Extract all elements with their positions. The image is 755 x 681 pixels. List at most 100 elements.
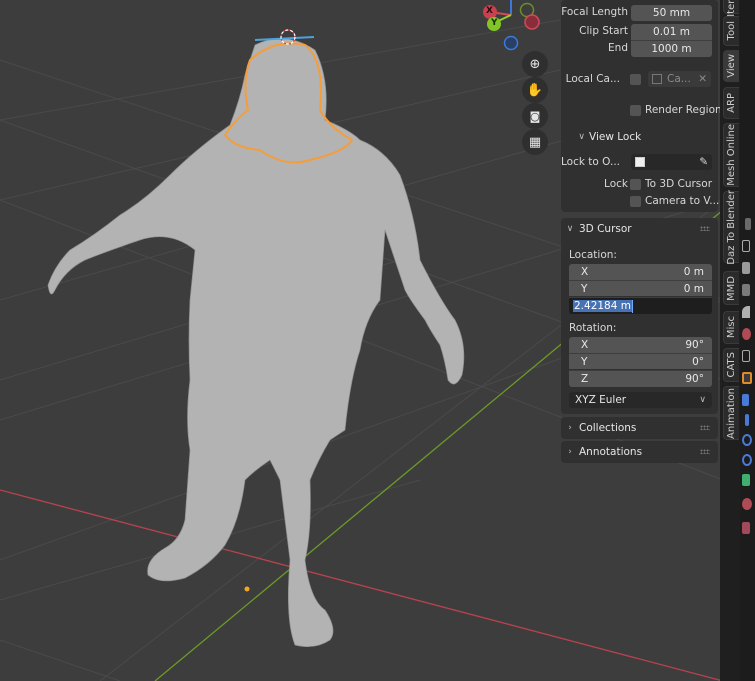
render-region-checkbox[interactable] xyxy=(630,105,641,116)
scene-properties-icon[interactable] xyxy=(742,306,750,318)
tab-label: Daz To Blender xyxy=(726,189,737,265)
properties-editor-edge xyxy=(740,0,755,681)
view-panel: Focal Length 50 mm Clip Start 0.01 m End… xyxy=(560,0,722,212)
rotation-label: Rotation: xyxy=(569,322,617,334)
tab-tool[interactable]: Tool xyxy=(723,16,739,46)
drag-handle-icon[interactable] xyxy=(700,449,710,454)
annotations-title: Annotations xyxy=(579,446,643,458)
texture-properties-icon[interactable] xyxy=(742,522,750,534)
pan-view-button[interactable]: ✋ xyxy=(522,77,548,103)
object-properties-icon[interactable] xyxy=(742,372,752,384)
tab-item[interactable]: Item xyxy=(723,0,739,17)
gizmo-neg-z xyxy=(503,35,519,51)
tab-animation[interactable]: Animation xyxy=(723,386,739,440)
tab-cats[interactable]: CATS xyxy=(723,348,739,382)
tab-misc[interactable]: Misc xyxy=(723,311,739,344)
clip-start-label: Clip Start xyxy=(579,25,628,37)
camera-to-view-checkbox[interactable] xyxy=(630,196,641,207)
local-camera-checkbox[interactable] xyxy=(630,74,641,85)
camera-to-view-label: Camera to V... xyxy=(645,195,720,207)
render-properties-icon[interactable] xyxy=(742,240,750,252)
location-z-field[interactable]: 2.42184 m xyxy=(569,297,712,314)
axis-label: Y xyxy=(581,355,588,368)
object-icon xyxy=(635,157,645,167)
material-properties-icon[interactable] xyxy=(742,498,752,510)
gizmo-x-label: X xyxy=(486,6,493,16)
camera-view-button[interactable]: ◙ xyxy=(522,103,548,129)
clip-end-label: End xyxy=(608,42,628,54)
gizmo-y-label: Y xyxy=(491,18,498,28)
tab-mesh-online[interactable]: Mesh Online xyxy=(723,123,739,187)
chevron-down-icon: ∨ xyxy=(578,132,585,142)
lock-to-object-field[interactable]: ✎ xyxy=(631,154,712,170)
perspective-toggle-button[interactable]: ▦ xyxy=(522,129,548,155)
lock-to-object-label: Lock to O... xyxy=(560,156,620,168)
render-region-label: Render Region xyxy=(645,104,722,116)
tab-view[interactable]: View xyxy=(723,50,739,82)
clip-end-field[interactable]: 1000 m xyxy=(631,40,712,57)
clip-start-field[interactable]: 0.01 m xyxy=(631,24,712,40)
particles-properties-icon[interactable] xyxy=(745,414,749,426)
axis-value: 0 m xyxy=(683,266,704,278)
axis-label: X xyxy=(581,339,589,351)
3d-cursor-header[interactable]: ∨ 3D Cursor xyxy=(561,218,718,240)
view-lock-header[interactable]: ∨ View Lock xyxy=(561,126,718,148)
constraint-properties-icon[interactable] xyxy=(742,454,752,466)
text-caret xyxy=(632,299,633,313)
drag-handle-icon[interactable] xyxy=(700,226,710,231)
focal-length-field[interactable]: 50 mm xyxy=(631,5,712,21)
tab-label: View xyxy=(726,54,737,78)
clear-icon[interactable]: ✕ xyxy=(698,73,707,85)
perspective-grid-icon: ▦ xyxy=(528,134,542,150)
output-properties-icon[interactable] xyxy=(742,262,750,274)
location-y-field[interactable]: Y 0 m xyxy=(569,280,712,296)
drag-handle-icon[interactable] xyxy=(700,425,710,430)
modifier-properties-icon[interactable] xyxy=(742,394,749,406)
rotation-mode-value: XYZ Euler xyxy=(575,394,627,406)
local-camera-label: Local Ca... xyxy=(565,73,620,85)
axis-label: Z xyxy=(581,373,589,385)
tool-properties-icon[interactable] xyxy=(745,218,751,230)
gizmo-neg-x xyxy=(524,14,540,30)
to-3d-cursor-label: To 3D Cursor xyxy=(645,178,713,190)
location-label: Location: xyxy=(569,249,617,261)
rotation-x-field[interactable]: X 90° xyxy=(569,337,712,353)
camera-icon: ◙ xyxy=(529,109,541,123)
eyedropper-icon[interactable]: ✎ xyxy=(699,156,708,168)
lock-label: Lock xyxy=(604,178,628,190)
tab-mmd[interactable]: MMD xyxy=(723,271,739,305)
character-mesh[interactable] xyxy=(47,38,465,647)
axis-value: 0 m xyxy=(683,282,704,295)
annotations-header[interactable]: › Annotations xyxy=(561,441,718,463)
rotation-y-field[interactable]: Y 0° xyxy=(569,353,712,369)
local-camera-picker[interactable]: Ca... ✕ xyxy=(648,71,711,87)
axis-value: 90° xyxy=(685,339,704,351)
tab-daz-to-blender[interactable]: Daz To Blender xyxy=(723,189,739,265)
chevron-down-icon: ∨ xyxy=(699,395,706,405)
rotation-mode-dropdown[interactable]: XYZ Euler ∨ xyxy=(569,392,712,408)
chevron-right-icon: › xyxy=(568,447,572,457)
collections-panel: › Collections xyxy=(561,417,718,439)
collection-properties-icon[interactable] xyxy=(742,350,750,362)
location-x-field[interactable]: X 0 m xyxy=(569,264,712,280)
lock-to-3d-cursor-checkbox[interactable] xyxy=(630,179,641,190)
tab-label: Mesh Online xyxy=(726,124,737,186)
zoom-icon: ⊕ xyxy=(529,56,541,72)
focal-length-label: Focal Length xyxy=(561,6,628,18)
tab-arp[interactable]: ARP xyxy=(723,87,739,119)
view-layer-properties-icon[interactable] xyxy=(742,284,750,296)
camera-object-icon xyxy=(652,74,662,84)
collections-header[interactable]: › Collections xyxy=(561,417,718,439)
sidebar-tabs: Item Tool View ARP Mesh Online Daz To Bl… xyxy=(720,0,740,681)
collections-title: Collections xyxy=(579,422,637,434)
zoom-view-button[interactable]: ⊕ xyxy=(522,51,548,77)
world-properties-icon[interactable] xyxy=(742,328,751,340)
physics-properties-icon[interactable] xyxy=(742,434,752,446)
view-lock-title: View Lock xyxy=(589,131,642,143)
chevron-down-icon: ∨ xyxy=(566,224,574,234)
data-properties-icon[interactable] xyxy=(742,474,750,486)
rotation-z-field[interactable]: Z 90° xyxy=(569,370,712,387)
axis-label: Y xyxy=(581,282,588,295)
tab-label: Item xyxy=(726,0,737,17)
location-z-text[interactable]: 2.42184 m xyxy=(573,300,632,312)
